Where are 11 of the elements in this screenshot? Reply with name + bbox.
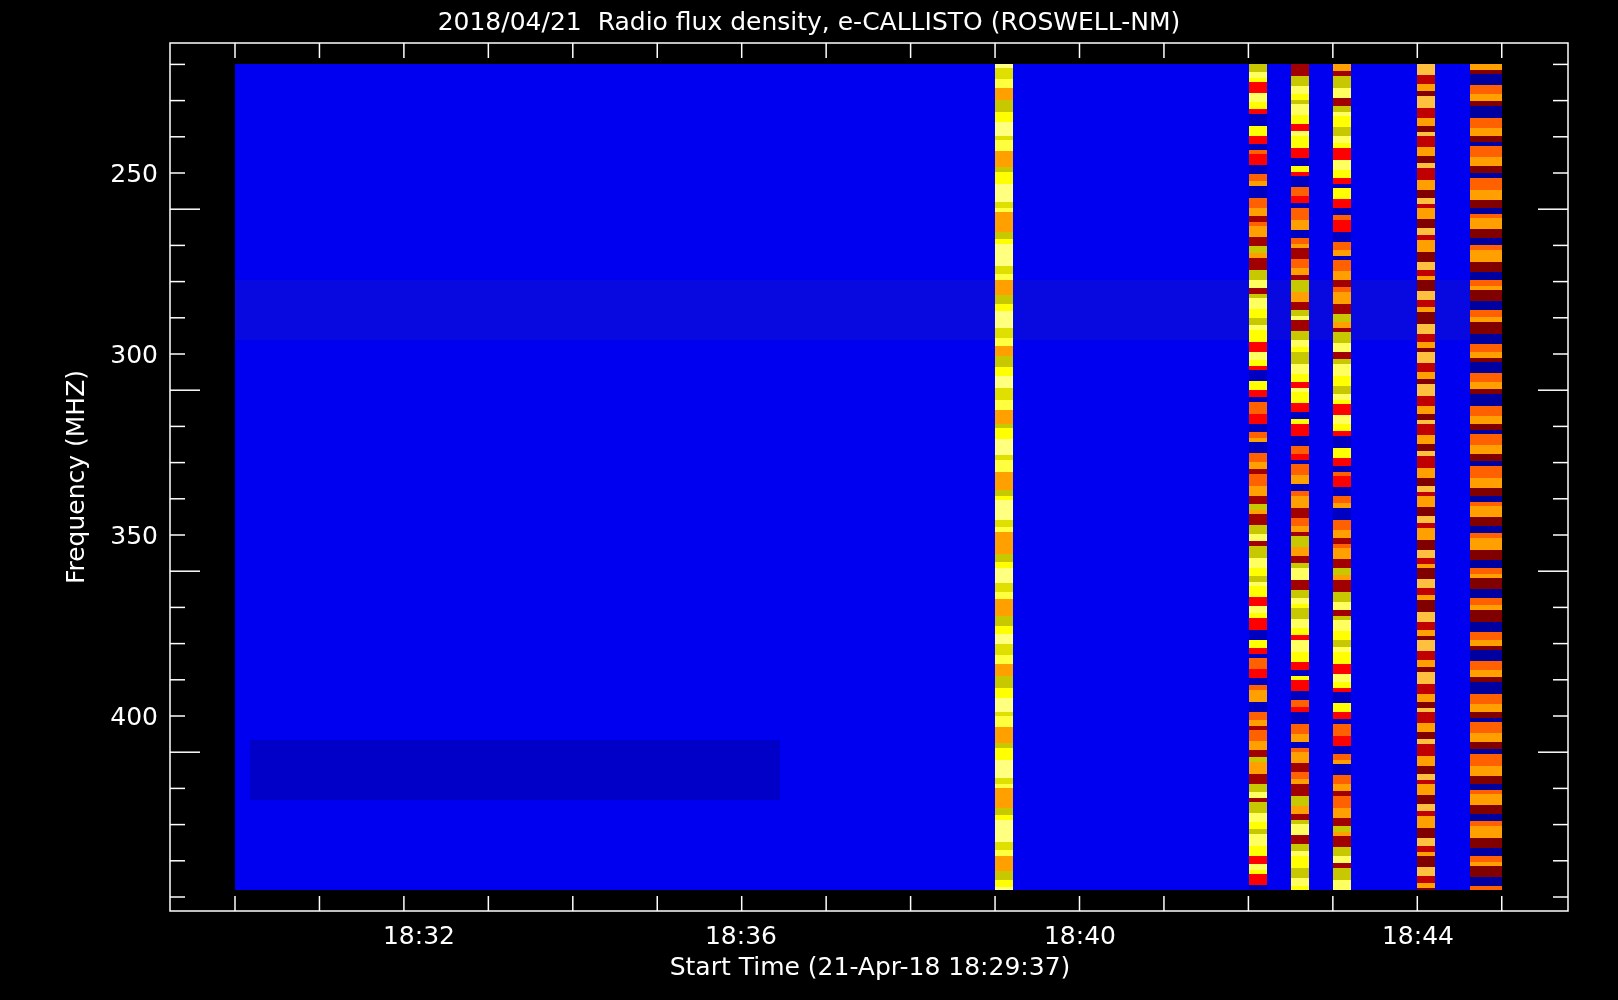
chart-title: 2018/04/21 Radio flux density, e-CALLISTO (ROSWELL-NM) (437, 7, 1181, 36)
x-axis-label: Start Time (21-Apr-18 18:29:37) (669, 952, 1071, 981)
y-axis-label: Frequency (MHZ) (61, 369, 90, 585)
y-tick-label: 300 (110, 340, 158, 369)
x-tick-label: 18:44 (1382, 921, 1454, 950)
y-tick-label: 400 (110, 702, 158, 731)
y-tick-label: 250 (110, 159, 158, 188)
y-tick-label: 350 (110, 521, 158, 550)
x-tick-label: 18:40 (1044, 921, 1116, 950)
x-tick-label: 18:32 (383, 921, 455, 950)
x-tick-label: 18:36 (705, 921, 777, 950)
